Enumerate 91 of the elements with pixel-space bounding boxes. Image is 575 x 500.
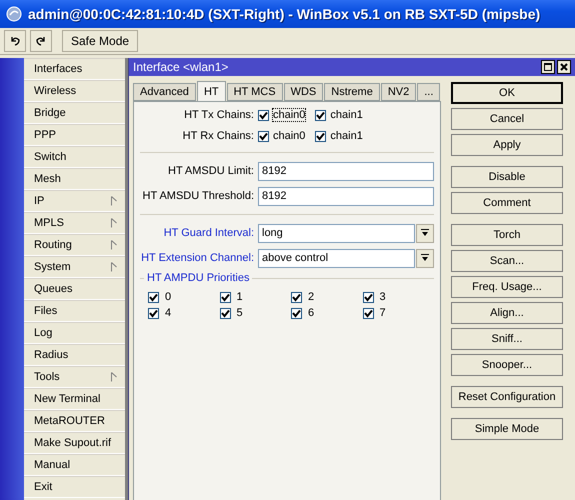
checkbox-label: 3 xyxy=(380,291,386,303)
dialog-button[interactable]: Cancel xyxy=(451,108,563,130)
tab[interactable]: ... xyxy=(417,83,440,101)
window-title: admin@00:0C:42:81:10:4D (SXT-Right) - WinBox v5.1 on RB SXT-5D (mipsbe) xyxy=(28,6,540,22)
dropdown-field[interactable]: above control xyxy=(258,248,415,268)
input-field[interactable]: 8192 xyxy=(258,162,434,180)
close-button[interactable] xyxy=(557,60,571,74)
dialog-button[interactable]: Align... xyxy=(451,302,563,324)
checkbox[interactable] xyxy=(258,110,269,120)
dropdown-button[interactable] xyxy=(416,248,434,268)
dropdown-button[interactable] xyxy=(416,224,434,242)
checkbox-label: chain0 xyxy=(273,109,306,121)
dialog-button[interactable]: Snooper... xyxy=(451,354,563,376)
maximize-icon xyxy=(544,63,552,71)
tab[interactable]: Nstreme xyxy=(324,83,380,101)
dropdown-arrow-icon xyxy=(421,229,429,237)
menu-item[interactable]: Bridge xyxy=(24,102,125,124)
dialog-button[interactable]: Comment xyxy=(451,192,563,214)
checkbox[interactable] xyxy=(291,308,302,318)
menu-item[interactable]: Interfaces xyxy=(24,58,125,80)
menu-item[interactable]: Mesh xyxy=(24,168,125,190)
checkbox-label: 5 xyxy=(236,307,243,319)
checkbox[interactable] xyxy=(291,292,302,302)
group-title: HT AMPDU Priorities xyxy=(147,272,250,284)
dialog-title: Interface <wlan1> xyxy=(133,60,228,74)
checkbox-label: 6 xyxy=(308,307,314,319)
checkbox-label: 4 xyxy=(165,307,172,319)
checkbox[interactable] xyxy=(220,308,230,318)
dialog-button[interactable]: Torch xyxy=(451,224,563,246)
checkbox[interactable] xyxy=(148,308,159,318)
dropdown-field[interactable]: long xyxy=(258,224,415,242)
dropdown-arrow-icon xyxy=(421,254,429,262)
field-label: HT AMSDU Limit: xyxy=(167,165,254,177)
checkbox-label: 1 xyxy=(236,291,243,303)
field-label: HT Guard Interval: xyxy=(162,227,254,239)
safe-mode-button[interactable]: Safe Mode xyxy=(62,30,138,52)
checkbox-label: chain1 xyxy=(330,109,363,121)
menu-item[interactable]: Files xyxy=(24,300,125,322)
menu-item[interactable]: PPP xyxy=(24,124,125,146)
tab[interactable]: HT xyxy=(196,81,226,101)
menu-item[interactable]: IP xyxy=(24,190,125,212)
field-label: HT Extension Channel: xyxy=(140,252,254,264)
checkbox[interactable] xyxy=(315,130,326,142)
menu-item[interactable]: MetaROUTER xyxy=(24,410,125,432)
menu-item[interactable]: Tools xyxy=(24,366,125,388)
checkbox-label: chain0 xyxy=(273,130,306,142)
menu-item[interactable]: Switch xyxy=(24,146,125,168)
checkbox-label: 2 xyxy=(308,291,314,303)
tab[interactable]: Advanced xyxy=(133,83,196,101)
undo-icon xyxy=(9,35,21,47)
checkbox[interactable] xyxy=(362,292,374,302)
checkbox-label: chain1 xyxy=(330,130,363,142)
menu-item[interactable]: Log xyxy=(24,322,125,344)
checkbox[interactable] xyxy=(220,292,230,302)
menu-item[interactable]: Exit xyxy=(24,476,125,498)
dialog-button[interactable]: Reset Configuration xyxy=(451,386,563,408)
menu-item[interactable]: MPLS xyxy=(24,212,125,234)
dialog-button[interactable]: Sniff... xyxy=(451,328,563,350)
menu-item[interactable]: New Terminal xyxy=(24,388,125,410)
menu-item[interactable]: Radius xyxy=(24,344,125,366)
checkbox[interactable] xyxy=(258,130,269,142)
menu-item[interactable]: Routing xyxy=(24,234,125,256)
menu-item[interactable]: Manual xyxy=(24,454,125,476)
tab[interactable]: NV2 xyxy=(380,83,416,101)
redo-button[interactable] xyxy=(30,30,52,52)
tab[interactable]: HT MCS xyxy=(226,83,283,101)
dialog-button[interactable]: Disable xyxy=(451,166,563,188)
input-field[interactable]: 8192 xyxy=(258,186,434,206)
menu-item[interactable]: System xyxy=(24,256,125,278)
field-label: HT Tx Chains: xyxy=(183,109,254,121)
redo-icon xyxy=(35,35,47,47)
menu-item[interactable]: Queues xyxy=(24,278,125,300)
checkbox[interactable] xyxy=(148,292,159,302)
checkbox[interactable] xyxy=(362,308,374,318)
dialog-button[interactable]: Simple Mode xyxy=(451,418,563,440)
dialog-button[interactable]: Freq. Usage... xyxy=(451,276,563,298)
menu-item[interactable]: Wireless xyxy=(24,80,125,102)
menu-item[interactable]: Make Supout.rif xyxy=(24,432,125,454)
maximize-button[interactable] xyxy=(541,60,555,74)
close-icon xyxy=(560,63,568,71)
dialog-button[interactable]: OK xyxy=(451,82,563,104)
dialog-button[interactable]: Apply xyxy=(451,134,563,156)
checkbox-label: 7 xyxy=(380,307,386,319)
field-label: HT Rx Chains: xyxy=(182,130,254,142)
field-label: HT AMSDU Threshold: xyxy=(142,190,254,202)
checkbox[interactable] xyxy=(315,110,326,120)
dialog-button[interactable]: Scan... xyxy=(451,250,563,272)
app-icon xyxy=(6,6,22,22)
tab[interactable]: WDS xyxy=(284,83,324,101)
checkbox-label: 0 xyxy=(165,291,172,303)
undo-button[interactable] xyxy=(4,30,26,52)
